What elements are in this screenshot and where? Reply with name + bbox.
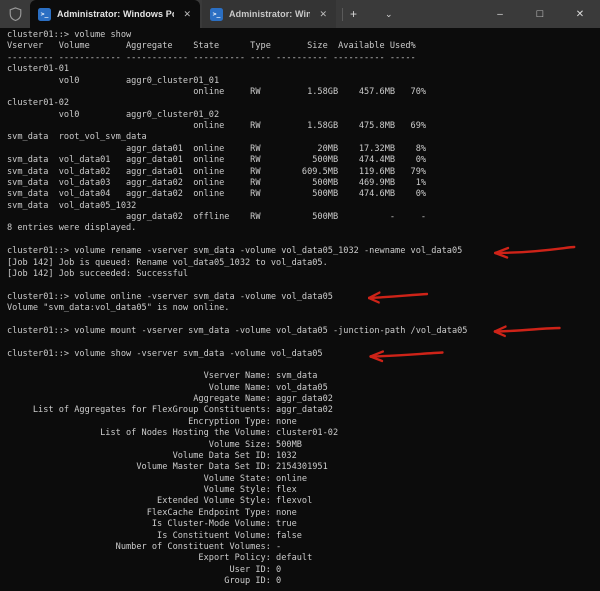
admin-shield-icon <box>0 0 30 28</box>
powershell-icon: >_ <box>38 8 51 21</box>
minimize-button[interactable]: – <box>480 0 520 28</box>
tab-dropdown-button[interactable]: ⌄ <box>378 9 400 20</box>
tab-powershell-1[interactable]: >_ Administrator: Windows Powe ✕ <box>30 0 200 28</box>
terminal-screen[interactable]: cluster01::> volume show Vserver Volume … <box>0 28 600 591</box>
new-tab-button[interactable]: + <box>343 7 364 21</box>
titlebar: >_ Administrator: Windows Powe ✕ >_ Admi… <box>0 0 600 28</box>
tab-title: Administrator: Windows Powe <box>57 9 174 19</box>
terminal-window: cluster01::> volume show Vserver Volume … <box>0 28 600 591</box>
tab-powershell-2[interactable]: >_ Administrator: Windows Powe ✕ <box>202 0 336 28</box>
tab-title: Administrator: Windows Powe <box>229 9 310 19</box>
close-button[interactable]: ✕ <box>560 0 600 28</box>
tab-close-icon[interactable]: ✕ <box>180 8 194 21</box>
terminal-output: cluster01::> volume show Vserver Volume … <box>0 28 600 587</box>
window-controls: – □ ✕ <box>480 0 600 28</box>
powershell-icon: >_ <box>210 8 223 21</box>
maximize-button[interactable]: □ <box>520 0 560 28</box>
tab-close-icon[interactable]: ✕ <box>316 8 330 21</box>
